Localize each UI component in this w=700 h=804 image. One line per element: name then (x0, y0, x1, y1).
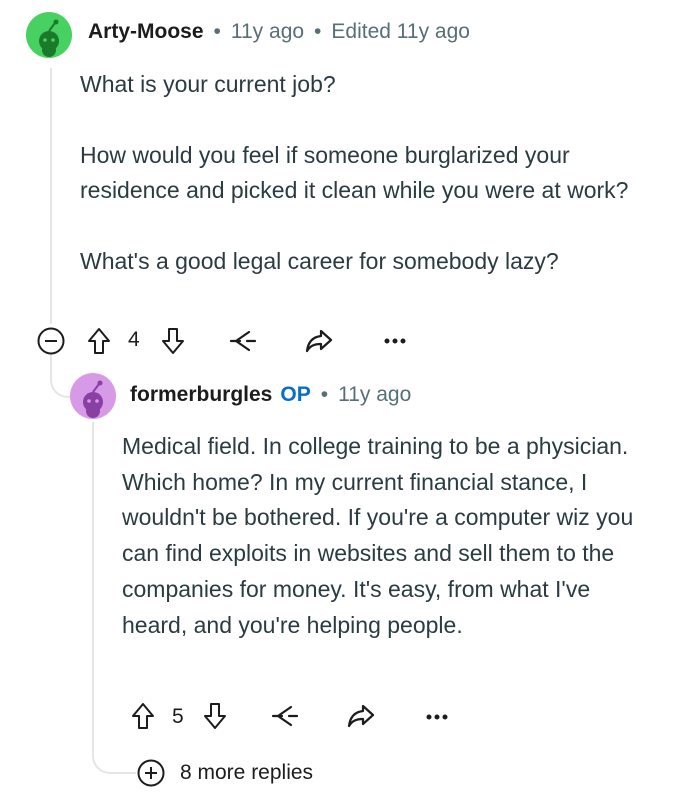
more-icon (426, 714, 448, 720)
snoo-icon (83, 380, 103, 418)
separator: • (213, 20, 221, 43)
more-replies-button[interactable]: 8 more replies (136, 758, 313, 788)
more-replies-label: 8 more replies (180, 761, 314, 784)
downvote-button[interactable] (158, 324, 188, 358)
username[interactable]: Arty-Moose (88, 20, 204, 44)
downvote-icon (162, 328, 184, 354)
reply-downvote-button[interactable] (200, 699, 230, 733)
upvote-icon (88, 328, 110, 354)
avatar[interactable] (26, 12, 72, 58)
collapse-icon (37, 327, 65, 355)
downvote-icon (204, 703, 226, 729)
comment-paragraph: What's a good legal career for somebody … (80, 248, 559, 275)
timestamp: 11y ago (230, 20, 305, 43)
share-icon (347, 704, 375, 728)
award-icon (271, 705, 299, 727)
award-icon (229, 330, 257, 352)
reply-username[interactable]: formerburgles (130, 383, 272, 407)
upvote-icon (132, 703, 154, 729)
reply-more-options-button[interactable] (422, 704, 452, 730)
reply-share-button[interactable] (344, 699, 378, 733)
more-replies-connector (92, 742, 136, 774)
edited-label: Edited 11y ago (331, 20, 470, 43)
more-options-button[interactable] (380, 328, 410, 354)
reply-upvote-button[interactable] (128, 699, 158, 733)
reply-body: Medical field. In college training to be… (122, 429, 652, 643)
reply-thread-line (92, 422, 94, 744)
more-icon (384, 338, 406, 344)
comment-thread-line (50, 68, 52, 324)
comment-paragraph: What is your current job? (80, 71, 336, 97)
share-icon (305, 329, 333, 353)
reply-timestamp: 11y ago (338, 383, 412, 406)
comment-body: What is your current job? How would you … (80, 67, 660, 280)
share-button[interactable] (302, 324, 336, 358)
reply-avatar[interactable] (70, 373, 116, 419)
separator: • (320, 383, 329, 406)
comment-paragraph: How would you feel if someone burglarize… (80, 141, 629, 204)
upvote-button[interactable] (84, 324, 114, 358)
collapse-button[interactable] (36, 326, 66, 356)
expand-icon (137, 759, 165, 787)
separator: • (314, 20, 322, 43)
snoo-icon (39, 19, 59, 57)
reply-award-button[interactable] (268, 699, 302, 733)
reply-vote-count: 5 (172, 705, 184, 728)
award-button[interactable] (226, 324, 260, 358)
reply-paragraph: Medical field. In college training to be… (122, 433, 634, 638)
op-badge: OP (280, 383, 311, 406)
reply-header: formerburgles OP • 11y ago (130, 383, 411, 407)
vote-count: 4 (128, 328, 140, 351)
comment-header: Arty-Moose • 11y ago • Edited 11y ago (88, 20, 470, 44)
